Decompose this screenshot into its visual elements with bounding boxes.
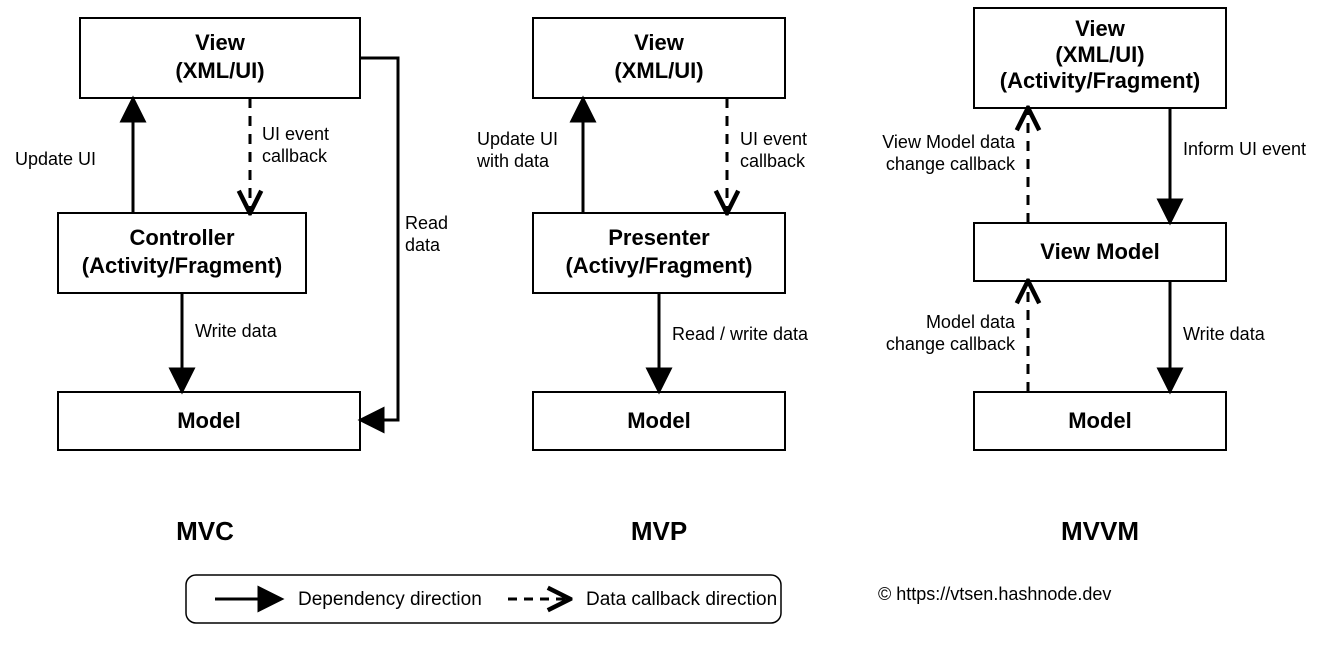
mvp-model-label: Model	[627, 408, 691, 433]
mvp-rw-label: Read / write data	[672, 324, 809, 344]
mvc-callback-l2: callback	[262, 146, 328, 166]
mvvm-title: MVVM	[1061, 516, 1139, 546]
mvc-controller-line2: (Activity/Fragment)	[82, 253, 282, 278]
mvvm-vmcb-l2: change callback	[886, 154, 1016, 174]
mvp-column: View(XML/UI) Presenter(Activy/Fragment) …	[476, 18, 809, 546]
mvp-view-line1: View	[634, 30, 685, 55]
svg-text:Readdata: Readdata	[405, 213, 448, 255]
mvc-read-arrow	[360, 58, 398, 420]
svg-text:Model datachange callback: Model datachange callback	[886, 312, 1016, 354]
svg-text:View Model datachange callback: View Model datachange callback	[882, 132, 1016, 174]
mvp-callback-l1: UI event	[740, 129, 807, 149]
mvvm-viewmodel-label: View Model	[1040, 239, 1159, 264]
svg-text:UI eventcallback: UI eventcallback	[262, 124, 329, 166]
legend-dependency-label: Dependency direction	[298, 589, 482, 610]
mvvm-column: View(XML/UI)(Activity/Fragment) View Mod…	[882, 8, 1306, 546]
mvp-view-line2: (XML/UI)	[614, 58, 703, 83]
mvc-model-label: Model	[177, 408, 241, 433]
mvc-column: View (XML/UI) Controller (Activity/Fragmen…	[15, 18, 448, 546]
mvvm-view-line3: (Activity/Fragment)	[1000, 68, 1200, 93]
mvvm-model-label: Model	[1068, 408, 1132, 433]
mvvm-vmcb-l1: View Model data	[882, 132, 1016, 152]
mvc-update-label: Update UI	[15, 149, 96, 169]
mvc-title: MVC	[176, 516, 234, 546]
mvp-update-l2: with data	[476, 151, 550, 171]
mvp-presenter-line2: (Activy/Fragment)	[565, 253, 752, 278]
legend: Dependency direction Data callback direc…	[186, 575, 781, 623]
mvp-update-l1: Update UI	[477, 129, 558, 149]
mvc-controller-line1: Controller	[129, 225, 235, 250]
svg-text:UI eventcallback: UI eventcallback	[740, 129, 807, 171]
mvvm-write-label: Write data	[1183, 324, 1266, 344]
mvp-title: MVP	[631, 516, 687, 546]
copyright-text: © https://vtsen.hashnode.dev	[878, 584, 1111, 604]
mvc-read-l2: data	[405, 235, 441, 255]
mvc-read-l1: Read	[405, 213, 448, 233]
mvc-view-line2: (XML/UI)	[175, 58, 264, 83]
mvvm-mcb-l1: Model data	[926, 312, 1016, 332]
legend-callback-label: Data callback direction	[586, 589, 777, 610]
mvvm-inform-label: Inform UI event	[1183, 139, 1306, 159]
mvc-callback-l1: UI event	[262, 124, 329, 144]
mvp-callback-l2: callback	[740, 151, 806, 171]
mvvm-mcb-l2: change callback	[886, 334, 1016, 354]
mvvm-view-line2: (XML/UI)	[1055, 42, 1144, 67]
mvc-view-line1: View	[195, 30, 246, 55]
mvc-write-label: Write data	[195, 321, 278, 341]
svg-text:Update UIwith data: Update UIwith data	[476, 129, 558, 171]
mvp-presenter-line1: Presenter	[608, 225, 710, 250]
mvvm-view-line1: View	[1075, 16, 1126, 41]
